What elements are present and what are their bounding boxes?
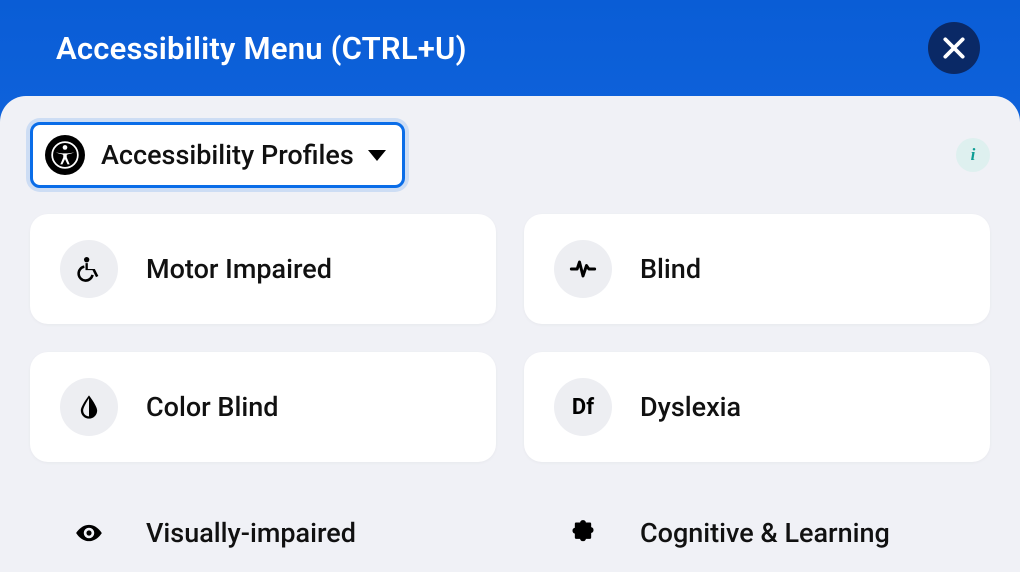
profiles-dropdown-label: Accessibility Profiles: [101, 139, 354, 171]
chevron-down-icon: [368, 150, 386, 161]
eye-icon: [60, 504, 118, 562]
header: Accessibility Menu (CTRL+U): [0, 0, 1020, 96]
accessibility-icon: [45, 135, 85, 175]
profiles-grid: Motor Impaired Blind Color Blind Df Dysl…: [30, 214, 990, 562]
page-title: Accessibility Menu (CTRL+U): [56, 30, 467, 67]
profile-card-blind[interactable]: Blind: [524, 214, 990, 324]
profile-label: Dyslexia: [640, 391, 741, 423]
profile-label: Motor Impaired: [146, 253, 332, 285]
accessibility-profiles-dropdown[interactable]: Accessibility Profiles: [30, 122, 405, 188]
profile-card-cognitive-learning[interactable]: Cognitive & Learning: [524, 490, 990, 562]
main-panel: Accessibility Profiles i Motor Impaired: [0, 96, 1020, 572]
profile-label: Visually-impaired: [146, 517, 356, 549]
pulse-icon: [554, 240, 612, 298]
profile-label: Color Blind: [146, 391, 278, 423]
info-icon: i: [971, 145, 976, 165]
puzzle-icon: [554, 504, 612, 562]
profile-card-dyslexia[interactable]: Df Dyslexia: [524, 352, 990, 462]
profile-label: Cognitive & Learning: [640, 517, 890, 549]
profile-card-visually-impaired[interactable]: Visually-impaired: [30, 490, 496, 562]
df-icon: Df: [554, 378, 612, 436]
close-icon: [941, 35, 967, 61]
info-button[interactable]: i: [956, 138, 990, 172]
profiles-row: Accessibility Profiles i: [30, 122, 990, 188]
profile-card-color-blind[interactable]: Color Blind: [30, 352, 496, 462]
profile-card-motor-impaired[interactable]: Motor Impaired: [30, 214, 496, 324]
profile-label: Blind: [640, 253, 701, 285]
close-button[interactable]: [928, 22, 980, 74]
drop-icon: [60, 378, 118, 436]
wheelchair-icon: [60, 240, 118, 298]
